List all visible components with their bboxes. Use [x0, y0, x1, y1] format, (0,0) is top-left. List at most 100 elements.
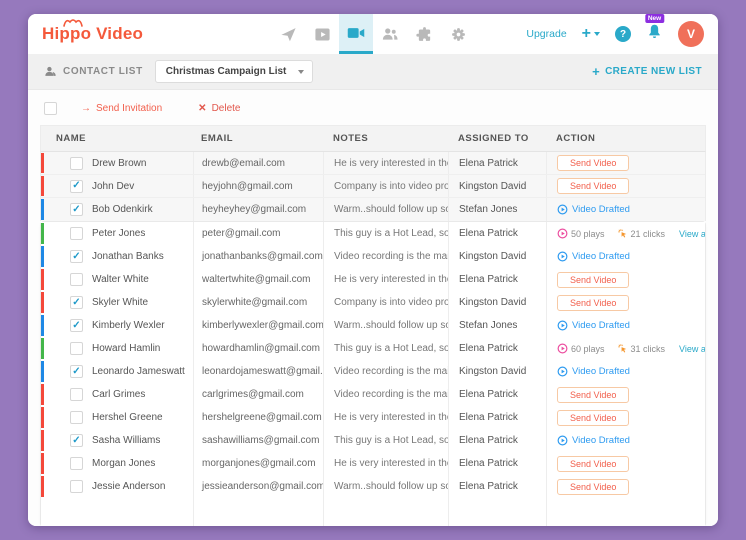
contact-assigned-to: Elena Patrick — [459, 228, 518, 239]
contact-notes: He is very interested in the prod... — [334, 412, 448, 423]
click-icon — [617, 343, 628, 354]
contact-name: Walter White — [92, 274, 149, 285]
table-row: ✓Drew Browndrewb@email.comHe is very int… — [41, 152, 705, 175]
row-checkbox[interactable]: ✓ — [70, 273, 83, 286]
contact-name: John Dev — [92, 181, 134, 192]
upgrade-link[interactable]: Upgrade — [526, 28, 566, 40]
delete-button[interactable]: ✕ Delete — [198, 103, 240, 114]
video-drafted-link[interactable]: Video Drafted — [557, 366, 630, 377]
row-checkbox[interactable]: ✓ — [70, 227, 83, 240]
contact-name: Jessie Anderson — [92, 481, 165, 492]
action-cell: Send Video — [546, 268, 705, 291]
row-status-strip — [41, 199, 44, 220]
row-checkbox[interactable]: ✓ — [70, 180, 83, 193]
row-checkbox[interactable]: ✓ — [70, 388, 83, 401]
send-video-button[interactable]: Send Video — [557, 479, 629, 495]
quick-create-menu[interactable]: + — [582, 25, 600, 43]
table-row: ✓Morgan Jonesmorganjones@gmail.comHe is … — [41, 452, 705, 475]
table-row: ✓Leonardo Jameswattleonardojameswatt@gma… — [41, 360, 705, 383]
create-new-list-label: CREATE NEW LIST — [605, 66, 702, 77]
send-video-button[interactable]: Send Video — [557, 272, 629, 288]
send-video-button[interactable]: Send Video — [557, 410, 629, 426]
video-drafted-link[interactable]: Video Drafted — [557, 251, 630, 262]
action-cell: Send Video — [546, 291, 705, 314]
send-video-button[interactable]: Send Video — [557, 456, 629, 472]
clicks-count: 31 clicks — [631, 344, 666, 354]
contacts-table: NAME EMAIL NOTES ASSIGNED TO ACTION ✓Dre… — [40, 125, 706, 526]
row-checkbox[interactable]: ✓ — [70, 457, 83, 470]
contact-email: drewb@email.com — [202, 158, 285, 169]
row-checkbox[interactable]: ✓ — [70, 342, 83, 355]
play-circle-icon — [557, 204, 568, 215]
video-stats: 60 plays 31 clicks View all — [557, 343, 705, 354]
contact-name: Jonathan Banks — [92, 251, 164, 262]
row-checkbox[interactable]: ✓ — [70, 411, 83, 424]
row-checkbox[interactable]: ✓ — [70, 319, 83, 332]
send-video-button[interactable]: Send Video — [557, 387, 629, 403]
contact-assigned-to: Kingston David — [459, 181, 526, 192]
row-checkbox[interactable]: ✓ — [70, 250, 83, 263]
row-checkbox[interactable]: ✓ — [70, 296, 83, 309]
plays-count: 60 plays — [571, 344, 605, 354]
notifications-button[interactable]: New — [646, 23, 663, 45]
contact-name: Bob Odenkirk — [92, 204, 153, 215]
select-all-checkbox[interactable]: ✓ — [44, 102, 57, 115]
nav-record[interactable] — [339, 14, 373, 54]
nav-videos[interactable] — [305, 14, 339, 54]
contact-assigned-to: Elena Patrick — [459, 458, 518, 469]
send-video-button[interactable]: Send Video — [557, 178, 629, 194]
action-cell: Send Video — [546, 475, 705, 498]
contact-assigned-to: Stefan Jones — [459, 320, 517, 331]
check-icon: ✓ — [72, 321, 80, 331]
row-status-strip — [41, 361, 44, 382]
video-drafted-label: Video Drafted — [572, 251, 630, 262]
row-checkbox[interactable]: ✓ — [70, 203, 83, 216]
plays-icon — [557, 343, 568, 354]
row-checkbox[interactable]: ✓ — [70, 480, 83, 493]
video-drafted-link[interactable]: Video Drafted — [557, 320, 630, 331]
check-icon: ✓ — [72, 252, 80, 262]
send-invitation-label: Send Invitation — [96, 103, 162, 114]
video-drafted-link[interactable]: Video Drafted — [557, 435, 630, 446]
plays-count: 50 plays — [571, 229, 605, 239]
contact-email: peter@gmail.com — [202, 228, 281, 239]
avatar[interactable]: V — [678, 21, 704, 47]
table-row: ✓Skyler Whiteskylerwhite@gmail.comCompan… — [41, 291, 705, 314]
table-row: ✓Howard Hamlinhowardhamlin@gmail.comThis… — [41, 337, 705, 360]
col-header-email: EMAIL — [193, 133, 323, 144]
action-cell: Send Video — [546, 406, 705, 429]
chevron-down-icon — [594, 32, 600, 36]
row-checkbox[interactable]: ✓ — [70, 365, 83, 378]
video-drafted-link[interactable]: Video Drafted — [557, 204, 630, 215]
nav-contacts[interactable] — [373, 14, 407, 54]
create-new-list-button[interactable]: + CREATE NEW LIST — [592, 64, 702, 79]
send-video-button[interactable]: Send Video — [557, 155, 629, 171]
rocket-icon — [280, 26, 297, 43]
table-row: ✓ Jessie Anderson jessieanderson@gmail.com… — [41, 475, 705, 498]
view-all-link[interactable]: View all — [679, 344, 705, 354]
row-checkbox[interactable]: ✓ — [70, 434, 83, 447]
nav-settings[interactable] — [441, 14, 475, 54]
table-row: ✓Sasha Williamssashawilliams@gmail.comTh… — [41, 429, 705, 452]
nav-rocket[interactable] — [271, 14, 305, 54]
puzzle-icon — [416, 26, 433, 43]
contact-name: Howard Hamlin — [92, 343, 160, 354]
contact-email: kimberlywexler@gmail.com — [202, 320, 323, 331]
contact-notes: He is very interested in the prod... — [334, 274, 448, 285]
row-status-strip — [41, 223, 44, 244]
bulk-actions-toolbar: ✓ → Send Invitation ✕ Delete — [28, 90, 718, 125]
contact-email: jessieanderson@gmail.com — [202, 481, 323, 492]
help-button[interactable]: ? — [615, 26, 631, 42]
row-checkbox[interactable]: ✓ — [70, 157, 83, 170]
contact-list-label: CONTACT LIST — [63, 66, 143, 77]
send-video-button[interactable]: Send Video — [557, 295, 629, 311]
contact-name: Morgan Jones — [92, 458, 155, 469]
send-invitation-button[interactable]: → Send Invitation — [81, 103, 162, 114]
hippo-video-logo[interactable]: Hippo Video — [42, 24, 143, 44]
list-selector-dropdown[interactable]: Christmas Campaign List — [155, 60, 314, 83]
col-header-action: ACTION — [546, 133, 705, 144]
view-all-link[interactable]: View all — [679, 229, 705, 239]
table-row: ✓Hershel Greenehershelgreene@gmail.comHe… — [41, 406, 705, 429]
action-cell: Send Video — [546, 383, 705, 406]
nav-integrations[interactable] — [407, 14, 441, 54]
